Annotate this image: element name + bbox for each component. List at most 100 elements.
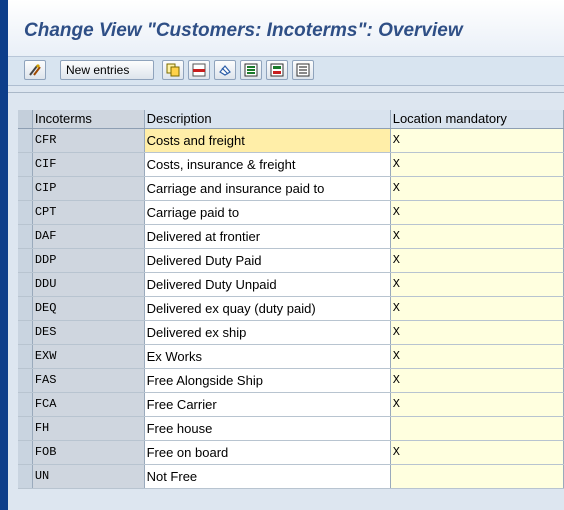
location-mandatory-cell[interactable]: X: [390, 392, 564, 417]
column-header-description[interactable]: Description: [144, 110, 391, 129]
new-entries-button[interactable]: New entries: [60, 60, 154, 80]
incoterms-code-cell: DAF: [32, 224, 145, 249]
row-selector[interactable]: [18, 320, 33, 345]
undo-change-icon: [219, 65, 231, 76]
incoterms-code-cell: UN: [32, 464, 145, 489]
row-selector[interactable]: [18, 416, 33, 441]
table-row: DEQ Delivered ex quay (duty paid) X: [18, 296, 564, 321]
location-mandatory-cell[interactable]: X: [390, 248, 564, 273]
description-cell[interactable]: Carriage paid to: [144, 200, 391, 225]
copy-icon: [166, 63, 180, 77]
select-all-icon: [244, 63, 258, 77]
row-selector[interactable]: [18, 272, 33, 297]
table-row: EXW Ex Works X: [18, 344, 564, 369]
incoterms-table-container: Incoterms Description Location mandatory…: [18, 110, 564, 510]
incoterms-code-cell: DES: [32, 320, 145, 345]
deselect-all-icon: [296, 63, 310, 77]
location-mandatory-cell[interactable]: X: [390, 440, 564, 465]
description-cell[interactable]: Delivered Duty Paid: [144, 248, 391, 273]
description-cell[interactable]: Delivered Duty Unpaid: [144, 272, 391, 297]
description-cell[interactable]: Costs and freight: [144, 128, 391, 153]
incoterms-code-cell: FH: [32, 416, 145, 441]
description-cell[interactable]: Not Free: [144, 464, 391, 489]
row-selector[interactable]: [18, 200, 33, 225]
incoterms-code-cell: CIP: [32, 176, 145, 201]
description-cell[interactable]: Delivered ex ship: [144, 320, 391, 345]
select-block-icon: [270, 63, 284, 77]
incoterms-code-cell: FOB: [32, 440, 145, 465]
incoterms-table: Incoterms Description Location mandatory…: [18, 110, 564, 489]
incoterms-code-cell: CFR: [32, 128, 145, 153]
undo-change-button[interactable]: [214, 60, 236, 80]
table-header-row: Incoterms Description Location mandatory: [18, 110, 564, 129]
table-row: CFR Costs and freight X: [18, 128, 564, 153]
copy-button[interactable]: [162, 60, 184, 80]
deselect-all-button[interactable]: [292, 60, 314, 80]
row-selector[interactable]: [18, 176, 33, 201]
location-mandatory-cell[interactable]: X: [390, 272, 564, 297]
column-header-location-mandatory[interactable]: Location mandatory: [390, 110, 564, 129]
description-cell[interactable]: Carriage and insurance paid to: [144, 176, 391, 201]
display-change-icon: [29, 64, 41, 76]
row-selector[interactable]: [18, 296, 33, 321]
location-mandatory-cell[interactable]: X: [390, 344, 564, 369]
divider: [8, 92, 564, 93]
row-selector[interactable]: [18, 128, 33, 153]
row-selector[interactable]: [18, 464, 33, 489]
location-mandatory-cell[interactable]: [390, 416, 564, 441]
table-body: CFR Costs and freight X CIF Costs, insur…: [18, 128, 564, 489]
row-selector[interactable]: [18, 224, 33, 249]
incoterms-code-cell: EXW: [32, 344, 145, 369]
location-mandatory-cell[interactable]: X: [390, 128, 564, 153]
location-mandatory-cell[interactable]: X: [390, 296, 564, 321]
location-mandatory-cell[interactable]: X: [390, 176, 564, 201]
description-cell[interactable]: Free Alongside Ship: [144, 368, 391, 393]
location-mandatory-cell[interactable]: X: [390, 320, 564, 345]
display-change-button[interactable]: [24, 60, 46, 80]
select-block-button[interactable]: [266, 60, 288, 80]
description-cell[interactable]: Free on board: [144, 440, 391, 465]
description-cell[interactable]: Costs, insurance & freight: [144, 152, 391, 177]
table-row: DDP Delivered Duty Paid X: [18, 248, 564, 273]
location-mandatory-cell[interactable]: [390, 464, 564, 489]
page-title: Change View "Customers: Incoterms": Over…: [24, 20, 463, 41]
row-selector[interactable]: [18, 344, 33, 369]
description-cell[interactable]: Free Carrier: [144, 392, 391, 417]
incoterms-code-cell: FAS: [32, 368, 145, 393]
table-row: DDU Delivered Duty Unpaid X: [18, 272, 564, 297]
table-row: FH Free house: [18, 416, 564, 441]
window-frame-left: [0, 0, 8, 510]
application-toolbar: New entries: [8, 57, 564, 86]
incoterms-code-cell: FCA: [32, 392, 145, 417]
new-entries-label: New entries: [66, 63, 130, 77]
row-selector[interactable]: [18, 368, 33, 393]
description-cell[interactable]: Free house: [144, 416, 391, 441]
table-row: FAS Free Alongside Ship X: [18, 368, 564, 393]
row-selector[interactable]: [18, 440, 33, 465]
description-cell[interactable]: Delivered ex quay (duty paid): [144, 296, 391, 321]
location-mandatory-cell[interactable]: X: [390, 368, 564, 393]
column-header-incoterms[interactable]: Incoterms: [32, 110, 145, 129]
location-mandatory-cell[interactable]: X: [390, 224, 564, 249]
row-selector[interactable]: [18, 152, 33, 177]
select-all-button[interactable]: [240, 60, 262, 80]
incoterms-code-cell: CPT: [32, 200, 145, 225]
delete-button[interactable]: [188, 60, 210, 80]
incoterms-code-cell: DDP: [32, 248, 145, 273]
table-row: CIP Carriage and insurance paid to X: [18, 176, 564, 201]
table-row: CPT Carriage paid to X: [18, 200, 564, 225]
row-selector[interactable]: [18, 392, 33, 417]
select-all-rows-button[interactable]: [18, 110, 33, 129]
description-cell[interactable]: Delivered at frontier: [144, 224, 391, 249]
title-bar: Change View "Customers: Incoterms": Over…: [8, 0, 564, 57]
row-selector[interactable]: [18, 248, 33, 273]
location-mandatory-cell[interactable]: X: [390, 200, 564, 225]
delete-icon: [192, 63, 206, 77]
table-row: UN Not Free: [18, 464, 564, 489]
incoterms-code-cell: CIF: [32, 152, 145, 177]
incoterms-code-cell: DEQ: [32, 296, 145, 321]
table-row: DAF Delivered at frontier X: [18, 224, 564, 249]
table-row: DES Delivered ex ship X: [18, 320, 564, 345]
description-cell[interactable]: Ex Works: [144, 344, 391, 369]
location-mandatory-cell[interactable]: X: [390, 152, 564, 177]
